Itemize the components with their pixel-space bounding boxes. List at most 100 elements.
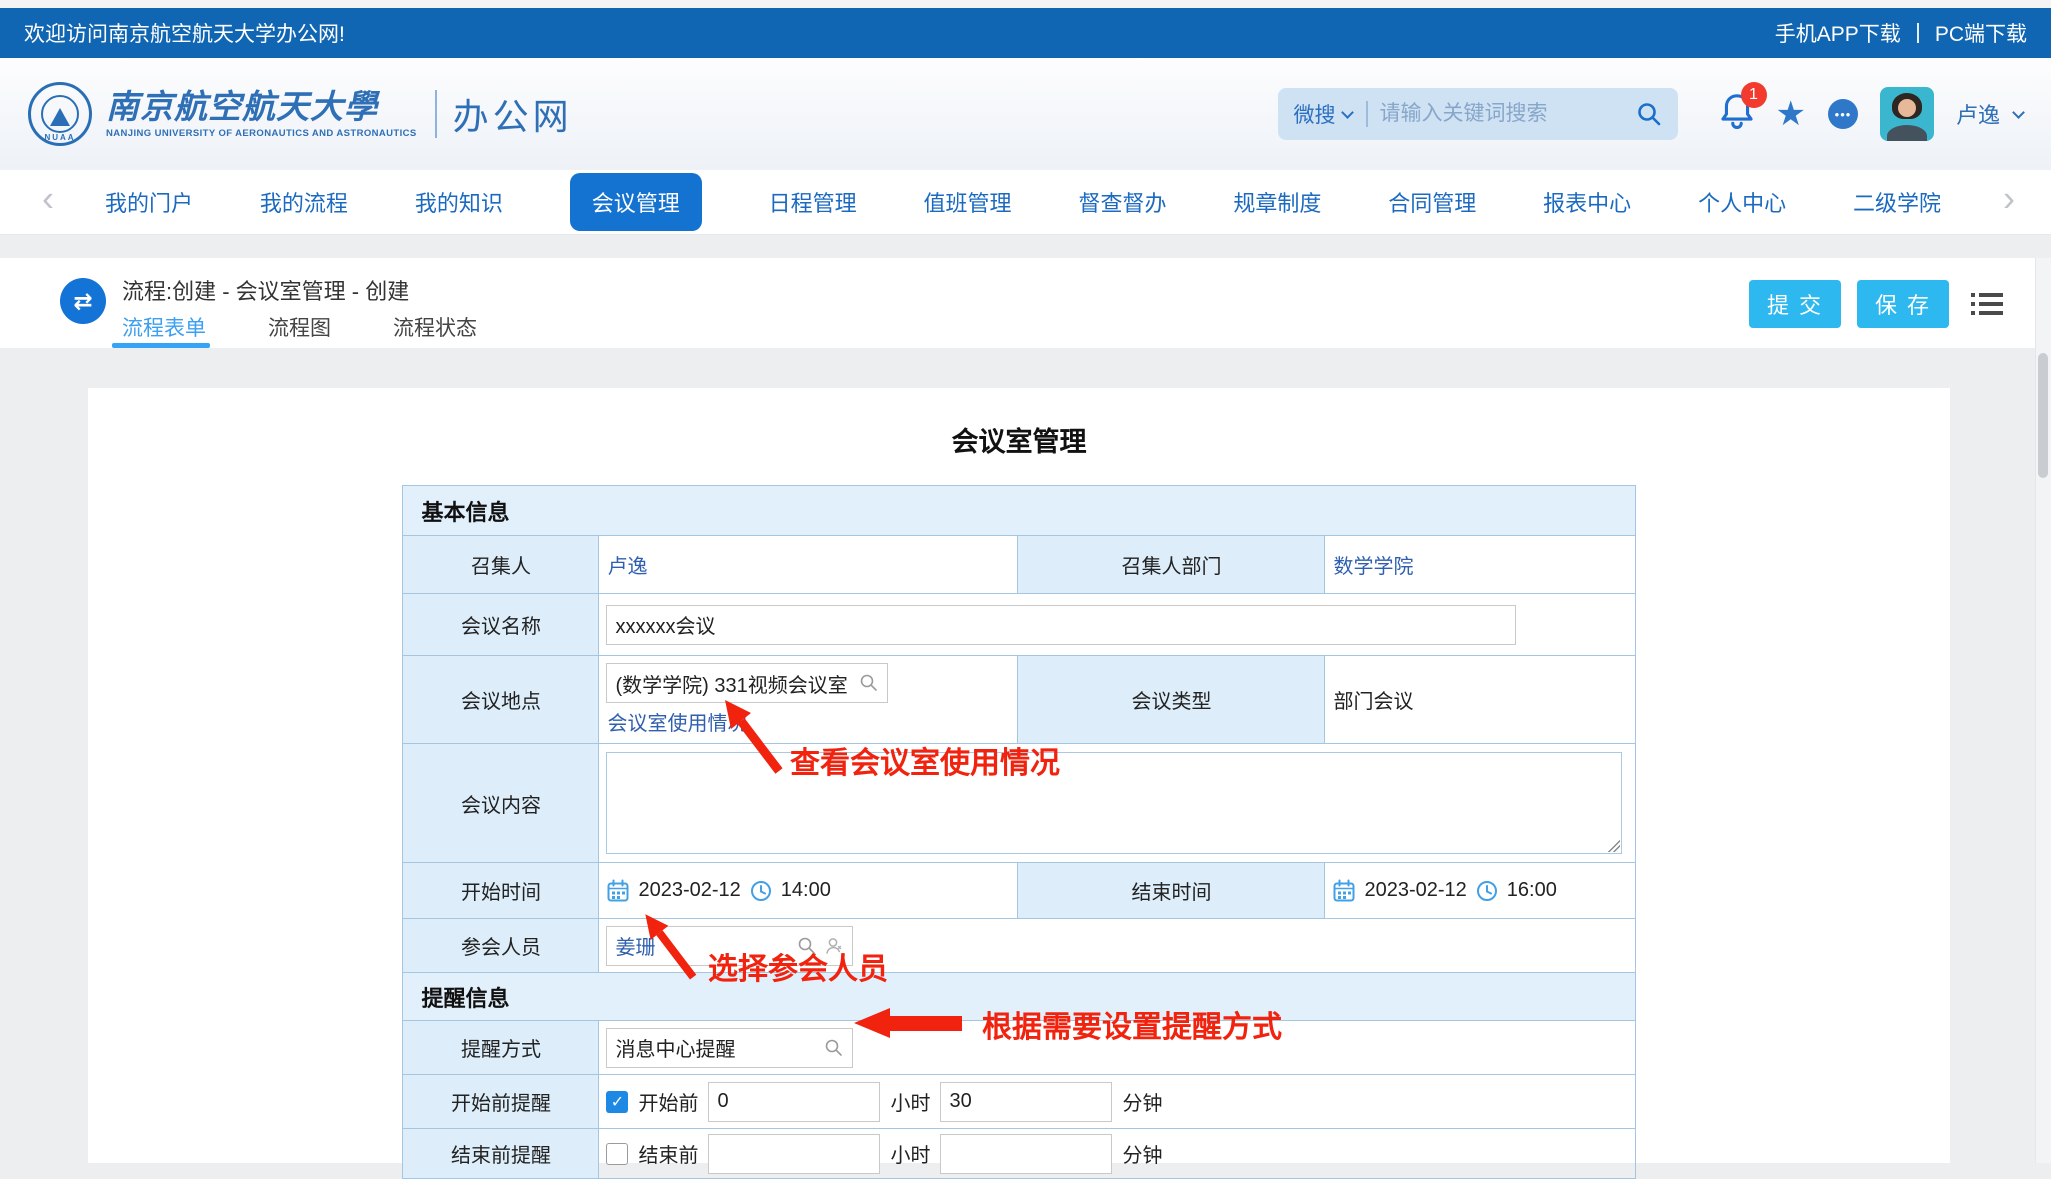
location-value: (数学学院) 331视频会议室: [615, 669, 847, 698]
start-date-value: 2023-02-12: [638, 879, 740, 902]
tab-process-form[interactable]: 流程表单: [122, 312, 206, 342]
clock-icon[interactable]: [749, 879, 773, 903]
participants-picker[interactable]: 姜珊: [606, 926, 853, 966]
list-menu-icon[interactable]: [1971, 290, 2003, 318]
meeting-name-label: 会议名称: [403, 594, 599, 656]
nav-item-schedule-management[interactable]: 日程管理: [769, 186, 857, 218]
notifications-button[interactable]: 1: [1720, 93, 1754, 136]
divider: [1917, 23, 1919, 43]
nav-item-my-flows[interactable]: 我的流程: [260, 186, 348, 218]
nav-next-icon[interactable]: ›: [2003, 178, 2015, 220]
calendar-icon[interactable]: [606, 879, 630, 903]
location-picker[interactable]: (数学学院) 331视频会议室: [606, 663, 888, 703]
welcome-bar: 欢迎访问南京航空航天大学办公网! 手机APP下载 PC端下载: [0, 8, 2051, 58]
convener-value: 卢逸: [599, 556, 647, 578]
seal-inner-ring: [41, 95, 79, 133]
chevron-down-icon[interactable]: [2012, 106, 2025, 119]
hours-unit: 小时: [890, 1139, 930, 1168]
meeting-form-table: 基本信息 召集人 卢逸 召集人部门 数学学院 会议名称 会议地点 (数学学院) …: [402, 485, 1635, 1179]
clock-icon[interactable]: [1475, 879, 1499, 903]
before-end-minutes-input[interactable]: [940, 1134, 1112, 1174]
submit-button[interactable]: 提 交: [1749, 280, 1841, 328]
divider: [435, 90, 437, 138]
room-usage-link[interactable]: 会议室使用情况: [607, 707, 747, 736]
avatar[interactable]: [1880, 87, 1934, 141]
search-scope-select[interactable]: 微搜: [1294, 99, 1336, 129]
minutes-unit: 分钟: [1122, 1139, 1162, 1168]
meeting-content-textarea[interactable]: [606, 752, 1622, 854]
reminder-method-picker[interactable]: 消息中心提醒: [606, 1028, 853, 1068]
end-date-value: 2023-02-12: [1364, 879, 1466, 902]
before-end-hours-input[interactable]: [708, 1134, 880, 1174]
start-datetime-picker[interactable]: 2023-02-12 14:00: [599, 879, 1017, 903]
process-tabs: 流程表单 流程图 流程状态: [122, 312, 477, 342]
meeting-name-input[interactable]: [606, 605, 1516, 645]
more-options-icon[interactable]: •••: [1828, 99, 1858, 129]
nav-item-personal-center[interactable]: 个人中心: [1698, 186, 1786, 218]
end-time-value: 16:00: [1507, 879, 1557, 902]
university-name: 南京航空航天大學 NANJING UNIVERSITY OF AERONAUTI…: [106, 90, 417, 139]
university-name-cn: 南京航空航天大學: [106, 90, 417, 123]
scrollbar-thumb[interactable]: [2038, 353, 2048, 478]
scrollbar-track[interactable]: [2035, 258, 2051, 1163]
table-row: 结束前提醒 结束前 小时 分钟: [403, 1129, 1635, 1179]
calendar-icon[interactable]: [1332, 879, 1356, 903]
convener-dept-label: 召集人部门: [1018, 536, 1325, 594]
download-links: 手机APP下载 PC端下载: [1775, 18, 2027, 48]
welcome-text: 欢迎访问南京航空航天大学办公网!: [24, 18, 345, 48]
active-tab-underline: [112, 343, 210, 348]
person-select-icon[interactable]: [824, 936, 844, 956]
form-card: 会议室管理 基本信息 召集人 卢逸 召集人部门 数学学院 会议名称 会议地点 (…: [88, 388, 1950, 1163]
nav-item-regulations[interactable]: 规章制度: [1233, 186, 1321, 218]
nav-item-report-center[interactable]: 报表中心: [1543, 186, 1631, 218]
nav-prev-icon[interactable]: ‹: [42, 178, 54, 220]
meeting-type-label: 会议类型: [1018, 656, 1325, 744]
table-row: 提醒方式 消息中心提醒: [403, 1021, 1635, 1075]
university-seal-logo: NUAA: [28, 82, 92, 146]
nav-items: 我的门户 我的流程 我的知识 会议管理 日程管理 值班管理 督查督办 规章制度 …: [105, 173, 1941, 231]
global-search-box[interactable]: 微搜: [1278, 88, 1678, 140]
save-button[interactable]: 保 存: [1857, 280, 1949, 328]
start-time-label: 开始时间: [403, 863, 599, 919]
workflow-glyph: ⇄: [73, 288, 92, 315]
site-header: NUAA 南京航空航天大學 NANJING UNIVERSITY OF AERO…: [0, 58, 2051, 170]
resize-handle[interactable]: [1607, 839, 1620, 852]
nav-item-secondary-colleges[interactable]: 二级学院: [1853, 186, 1941, 218]
before-start-minutes-input[interactable]: [940, 1082, 1112, 1122]
main-nav: ‹ 我的门户 我的流程 我的知识 会议管理 日程管理 值班管理 督查督办 规章制…: [0, 170, 2051, 235]
end-datetime-picker[interactable]: 2023-02-12 16:00: [1325, 879, 1634, 903]
tab-process-diagram[interactable]: 流程图: [268, 312, 331, 342]
nav-item-duty-management[interactable]: 值班管理: [924, 186, 1012, 218]
nav-item-meeting-management[interactable]: 会议管理: [570, 173, 702, 231]
user-name[interactable]: 卢逸: [1956, 98, 2000, 130]
nav-item-supervision[interactable]: 督查督办: [1078, 186, 1166, 218]
mobile-app-download-link[interactable]: 手机APP下载: [1775, 18, 1901, 48]
nav-item-my-portal[interactable]: 我的门户: [105, 186, 193, 218]
section-title: 提醒信息: [403, 973, 1635, 1021]
before-start-hours-input[interactable]: [708, 1082, 880, 1122]
before-end-checkbox[interactable]: [606, 1143, 628, 1165]
search-icon[interactable]: [824, 1038, 844, 1058]
participants-value: 姜珊: [615, 931, 655, 960]
reminder-method-value: 消息中心提醒: [615, 1033, 735, 1062]
nav-item-my-knowledge[interactable]: 我的知识: [415, 186, 503, 218]
form-title: 会议室管理: [88, 420, 1950, 459]
search-icon[interactable]: [859, 673, 879, 693]
before-start-checkbox[interactable]: ✓: [606, 1091, 628, 1113]
convener-label: 召集人: [403, 536, 599, 594]
start-time-value: 14:00: [781, 879, 831, 902]
before-start-check-label: 开始前: [638, 1087, 698, 1116]
top-strip: [0, 0, 2051, 8]
before-start-reminder-label: 开始前提醒: [403, 1075, 599, 1129]
search-icon[interactable]: [1636, 101, 1662, 127]
favorites-star-icon[interactable]: ★: [1776, 97, 1806, 131]
participants-label: 参会人员: [403, 919, 599, 973]
nav-item-contract-management[interactable]: 合同管理: [1388, 186, 1476, 218]
pc-download-link[interactable]: PC端下载: [1935, 18, 2027, 48]
search-input[interactable]: [1380, 102, 1636, 126]
search-icon[interactable]: [797, 936, 817, 956]
section-reminder-info: 提醒信息: [403, 973, 1635, 1021]
brand-logo: NUAA 南京航空航天大學 NANJING UNIVERSITY OF AERO…: [28, 82, 573, 146]
tab-process-status[interactable]: 流程状态: [393, 312, 477, 342]
avatar-body: [1887, 125, 1927, 141]
